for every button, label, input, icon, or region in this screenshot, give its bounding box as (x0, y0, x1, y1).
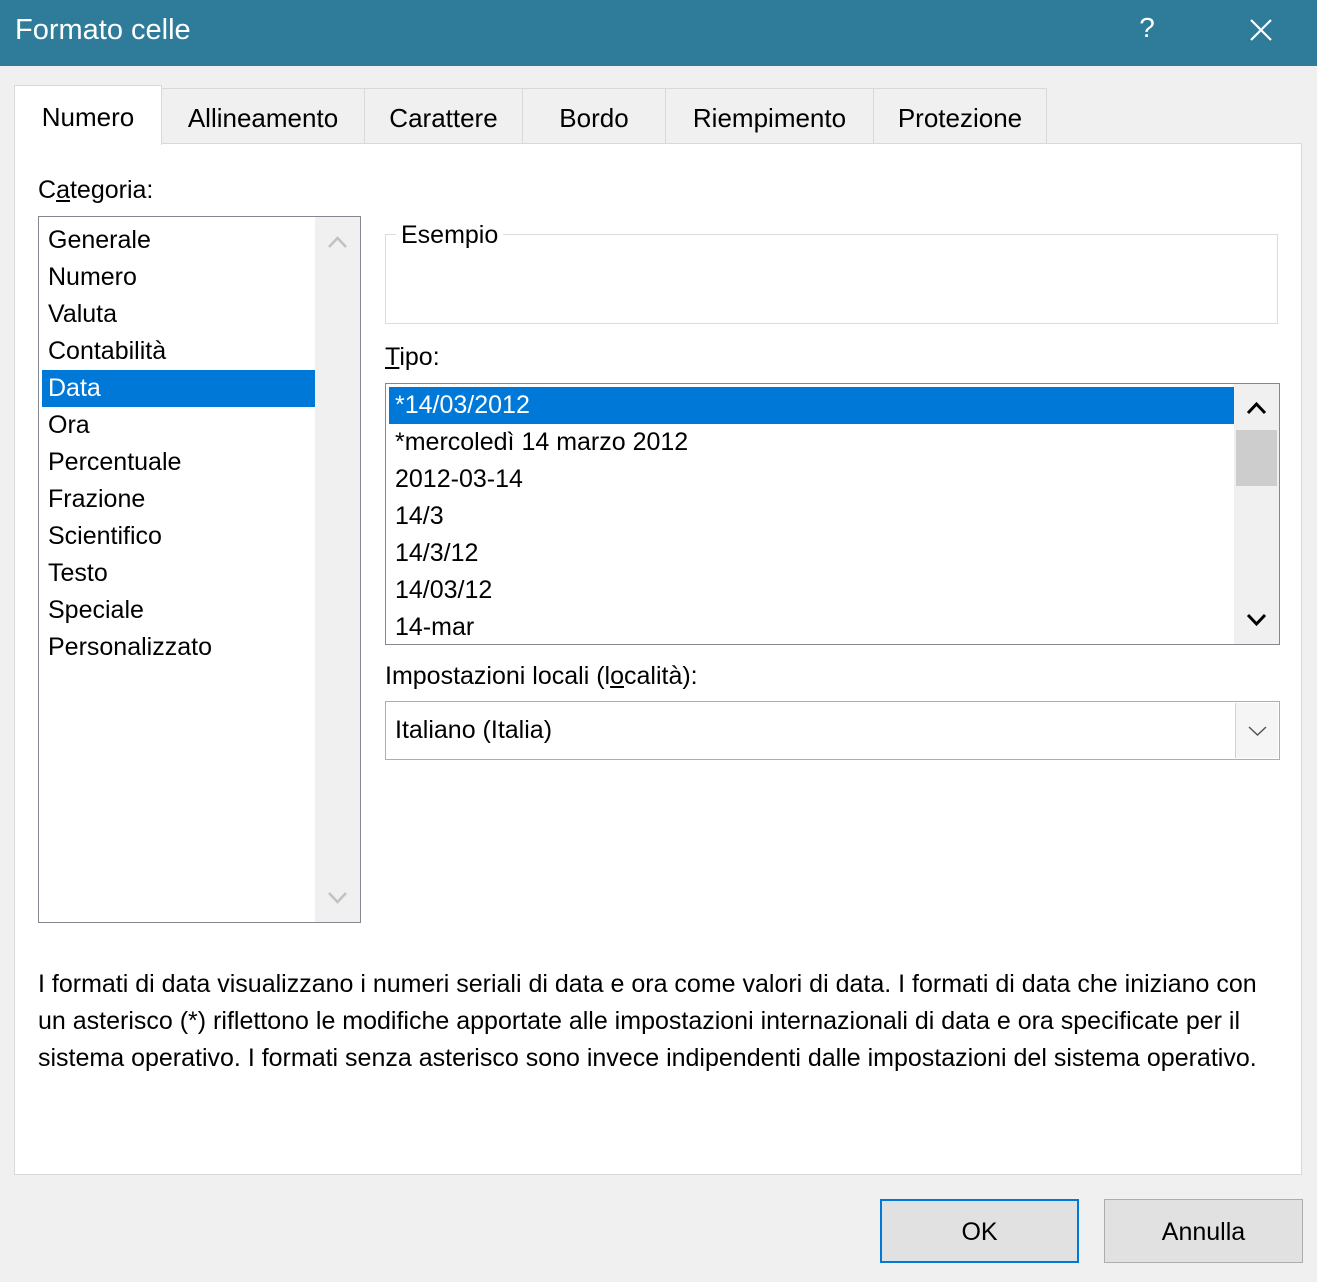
type-item[interactable]: 2012-03-14 (389, 461, 1234, 498)
chevron-down-icon (1248, 726, 1267, 737)
type-item[interactable]: *14/03/2012 (389, 387, 1234, 424)
type-item[interactable]: 14/3 (389, 498, 1234, 535)
type-item[interactable]: 14-mar (389, 609, 1234, 644)
category-scroll-down-button[interactable] (315, 878, 360, 918)
close-button[interactable] (1247, 16, 1275, 44)
category-scrollbar[interactable] (315, 217, 360, 922)
title-bar: Formato celle ? (0, 0, 1317, 66)
category-item-scientifico[interactable]: Scientifico (42, 518, 315, 555)
format-description: I formati di data visualizzano i numeri … (38, 970, 1257, 1072)
locale-label: Impostazioni locali (località): (385, 662, 698, 690)
ok-button[interactable]: OK (880, 1199, 1079, 1263)
chevron-down-icon (328, 892, 347, 904)
category-label: Categoria: (38, 176, 154, 204)
category-item-valuta[interactable]: Valuta (42, 296, 315, 333)
tab-carattere[interactable]: Carattere (364, 88, 523, 144)
category-item-percentuale[interactable]: Percentuale (42, 444, 315, 481)
category-item-ora[interactable]: Ora (42, 407, 315, 444)
type-scroll-thumb[interactable] (1236, 430, 1277, 486)
category-list[interactable]: Generale Numero Valuta Contabilità Data … (38, 216, 361, 923)
type-item[interactable]: 14/3/12 (389, 535, 1234, 572)
type-scroll-up-button[interactable] (1234, 387, 1279, 427)
dialog-title: Formato celle (15, 14, 191, 46)
cancel-button[interactable]: Annulla (1104, 1199, 1303, 1263)
tab-allineamento[interactable]: Allineamento (161, 88, 365, 144)
category-item-frazione[interactable]: Frazione (42, 481, 315, 518)
category-item-contabilita[interactable]: Contabilità (42, 333, 315, 370)
type-item[interactable]: *mercoledì 14 marzo 2012 (389, 424, 1234, 461)
tab-protezione[interactable]: Protezione (873, 88, 1047, 144)
locale-dropdown[interactable]: Italiano (Italia) (385, 701, 1280, 760)
category-item-testo[interactable]: Testo (42, 555, 315, 592)
category-item-personalizzato[interactable]: Personalizzato (42, 629, 315, 666)
chevron-up-icon (1246, 401, 1267, 415)
locale-value: Italiano (Italia) (395, 716, 553, 744)
category-item-numero[interactable]: Numero (42, 259, 315, 296)
type-scroll-down-button[interactable] (1234, 600, 1279, 640)
close-icon (1250, 19, 1272, 41)
tab-bordo[interactable]: Bordo (522, 88, 666, 144)
tab-riempimento[interactable]: Riempimento (665, 88, 874, 144)
category-item-generale[interactable]: Generale (42, 222, 315, 259)
category-item-data[interactable]: Data (42, 370, 315, 407)
type-label: Tipo: (385, 343, 440, 371)
category-item-speciale[interactable]: Speciale (42, 592, 315, 629)
type-list[interactable]: *14/03/2012 *mercoledì 14 marzo 2012 201… (385, 383, 1280, 645)
chevron-down-icon (1246, 613, 1267, 627)
category-scroll-up-button[interactable] (315, 221, 360, 261)
locale-dropdown-button[interactable] (1235, 703, 1278, 758)
help-button[interactable]: ? (1136, 12, 1158, 48)
tab-numero[interactable]: Numero (14, 85, 162, 145)
type-scrollbar[interactable] (1234, 384, 1279, 644)
type-item[interactable]: 14/03/12 (389, 572, 1234, 609)
chevron-up-icon (328, 236, 347, 248)
sample-group (385, 234, 1278, 324)
sample-legend: Esempio (396, 221, 504, 250)
